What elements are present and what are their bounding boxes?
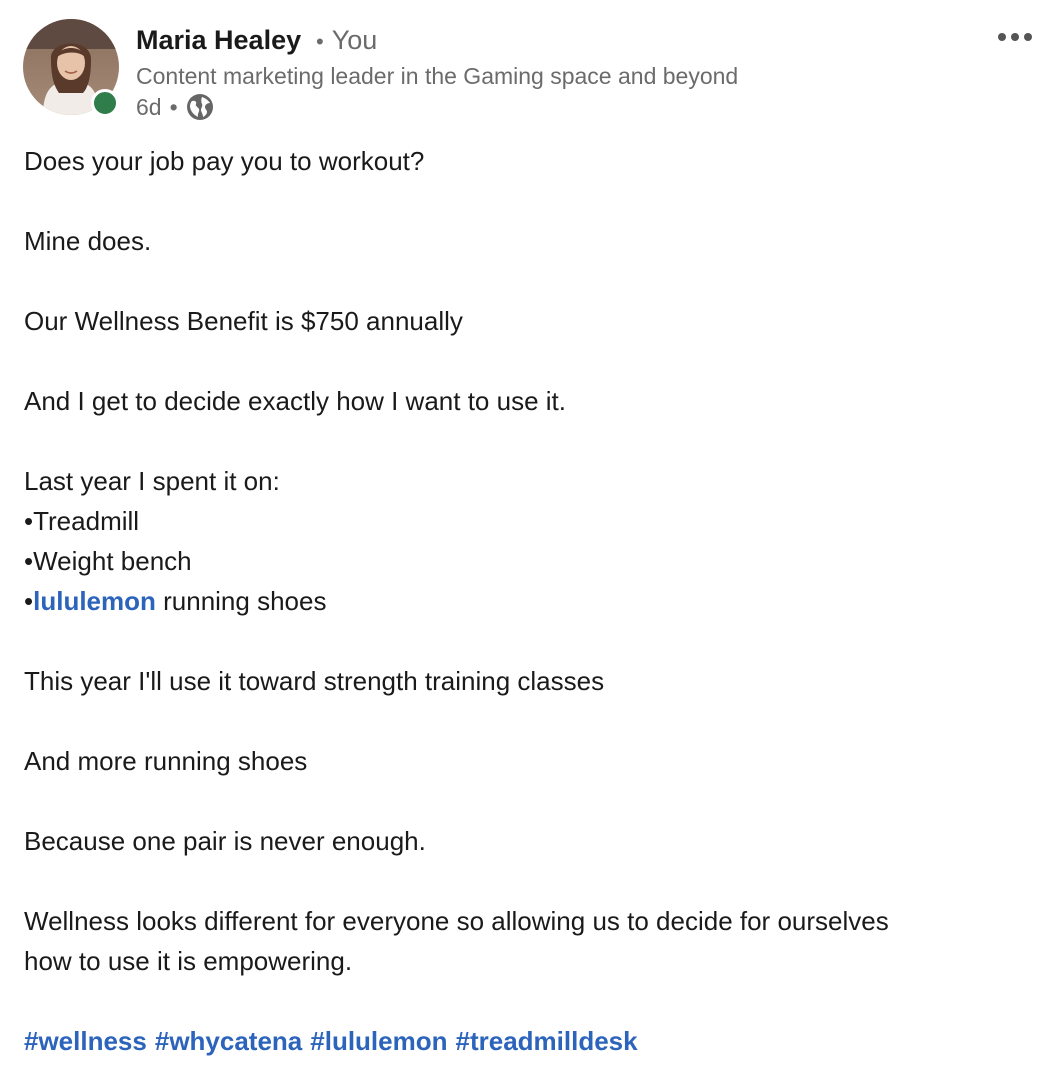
bullet-text: Weight bench — [33, 546, 192, 576]
post-line: Last year I spent it on: — [24, 466, 280, 496]
hashtag-row: #wellness #whycatena #lululemon #treadmilld… — [24, 1021, 1024, 1061]
connection-degree-label: You — [331, 25, 378, 55]
bullet-text: Treadmill — [33, 506, 140, 536]
more-dot-icon — [1011, 33, 1019, 41]
post-line: Because one pair is never enough. — [24, 826, 426, 856]
hashtag-link[interactable]: #wellness — [24, 1026, 147, 1056]
post-text: Does your job pay you to workout? Mine d… — [24, 141, 1024, 1061]
posted-time: 6d — [136, 94, 162, 120]
post-line: This year I'll use it toward strength tr… — [24, 666, 605, 696]
post-meta: 6d • — [136, 93, 214, 121]
online-status-indicator — [91, 89, 119, 117]
bullet-text: running shoes — [155, 586, 327, 616]
post-header: Maria Healey • You Content marketing lead… — [0, 0, 1062, 130]
more-dot-icon — [998, 33, 1006, 41]
more-options-button[interactable] — [990, 24, 1040, 50]
connection-degree: • You — [316, 24, 377, 58]
bullet-item: •lululemon running shoes — [24, 581, 1024, 621]
post-line: And I get to decide exactly how I want t… — [24, 386, 566, 416]
bullet-item: •Weight bench — [24, 541, 1024, 581]
bullet-char: • — [24, 506, 34, 536]
more-dot-icon — [1024, 33, 1032, 41]
separator-dot: • — [316, 29, 324, 54]
separator-dot: • — [169, 94, 178, 120]
globe-icon — [186, 94, 213, 120]
company-mention-link[interactable]: lululemon — [33, 586, 156, 616]
bullet-char: • — [24, 546, 34, 576]
hashtag-link[interactable]: #treadmilldesk — [456, 1026, 638, 1056]
post-line: Wellness looks different for everyone so… — [24, 906, 889, 936]
post-line: Our Wellness Benefit is $750 annually — [24, 306, 463, 336]
post-line: how to use it is empowering. — [24, 946, 353, 976]
hashtag-link[interactable]: #whycatena — [155, 1026, 302, 1056]
post-line: And more running shoes — [24, 746, 308, 776]
bullet-item: •Treadmill — [24, 501, 1024, 541]
author-headline: Content marketing leader in the Gaming s… — [136, 63, 739, 89]
post-line: Does your job pay you to workout? — [24, 146, 425, 176]
author-name[interactable]: Maria Healey — [136, 24, 301, 56]
hashtag-link[interactable]: #lululemon — [310, 1026, 447, 1056]
bullet-char: • — [24, 586, 34, 616]
post-line: Mine does. — [24, 226, 152, 256]
